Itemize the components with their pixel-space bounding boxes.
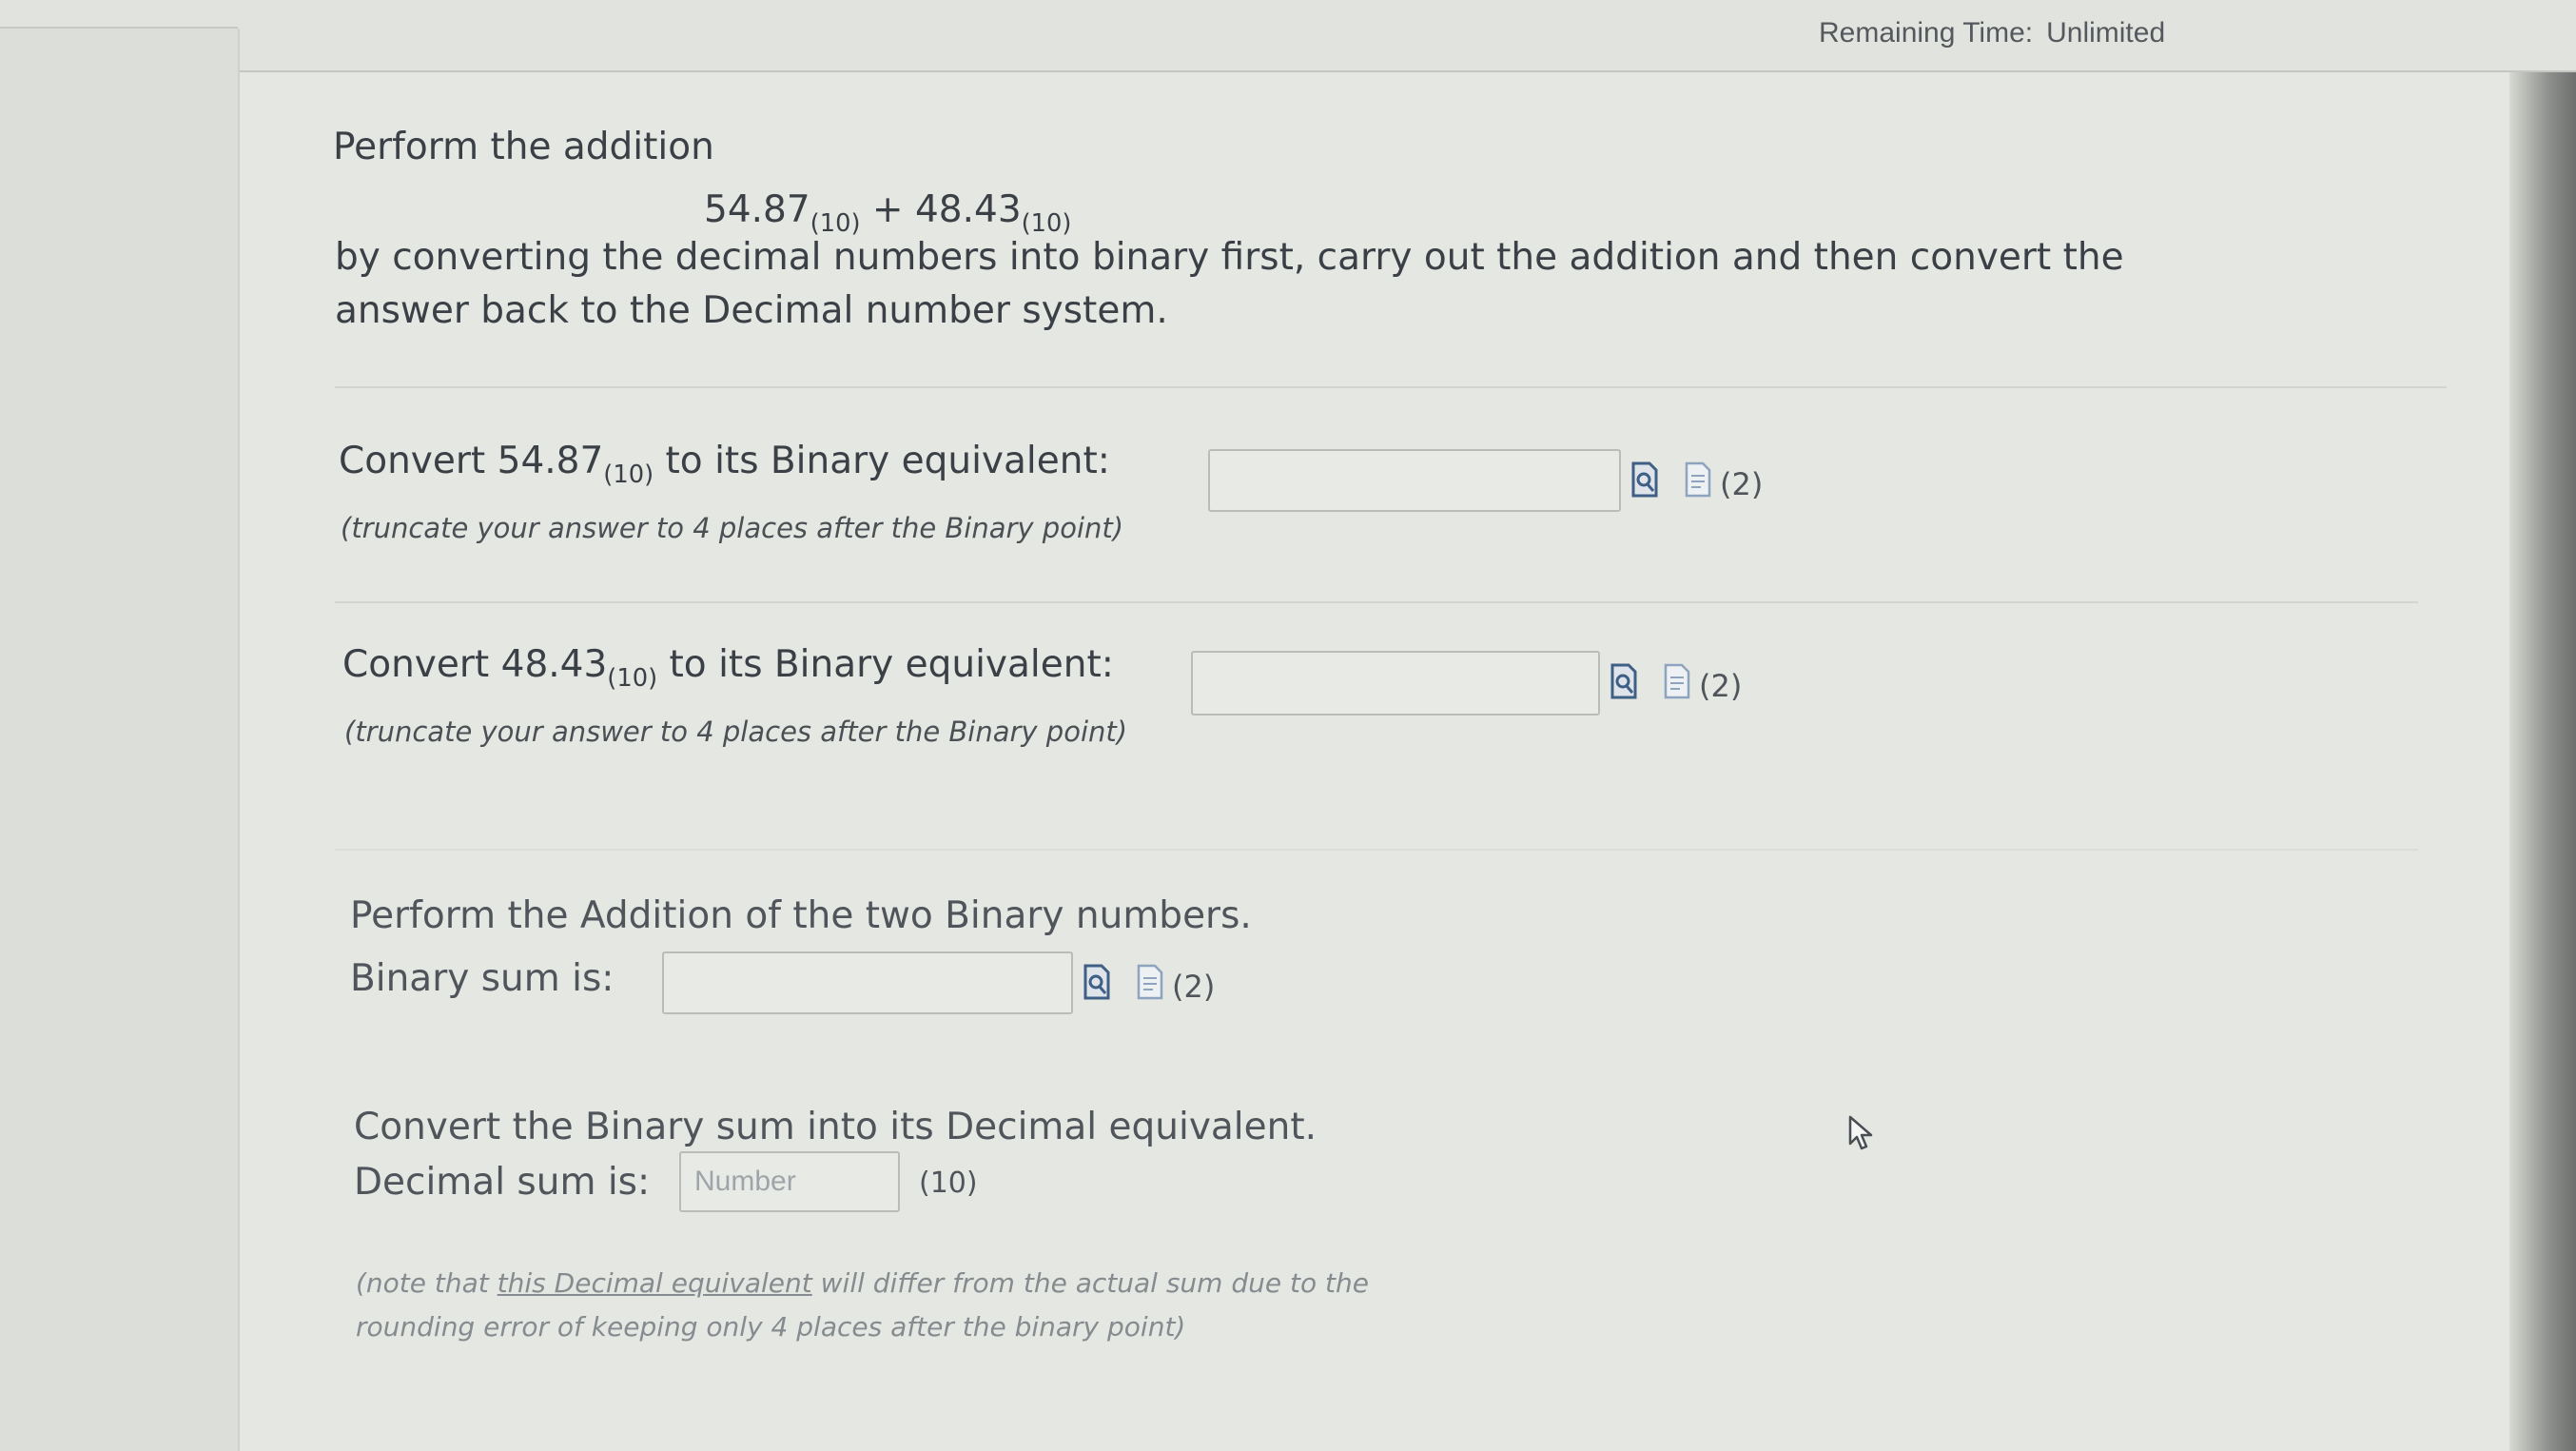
part1-prefix: Convert (339, 440, 486, 482)
preview-document-icon[interactable] (1630, 461, 1659, 499)
remaining-time-label: Remaining Time: (1819, 17, 2034, 49)
mouse-pointer-icon (1848, 1115, 1873, 1150)
preview-document-icon[interactable] (1610, 662, 1638, 700)
remaining-time: Remaining Time: Unlimited (1819, 17, 2165, 49)
part3-heading: Perform the Addition of the two Binary n… (350, 894, 1252, 937)
part4-note-line1: (note that this Decimal equivalent will … (356, 1267, 1369, 1299)
expression-a: 54.87 (704, 188, 810, 231)
decimal-sum-input[interactable] (679, 1151, 900, 1212)
top-bar: Remaining Time: Unlimited (0, 0, 2576, 72)
part2-binary-answer-input[interactable] (1191, 651, 1600, 716)
note-prefix: (note that (356, 1267, 498, 1299)
part4-marks: (10) (919, 1167, 978, 1200)
preview-document-icon[interactable] (1083, 963, 1111, 1001)
part3-label: Binary sum is: (350, 957, 615, 1000)
expression-b-base: (10) (1021, 208, 1072, 238)
part2-suffix: to its Binary equivalent: (669, 643, 1114, 686)
part1-suffix: to its Binary equivalent: (665, 440, 1110, 482)
decimal-equivalent-link[interactable]: this Decimal equivalent (498, 1267, 812, 1299)
expression-a-base: (10) (810, 208, 861, 238)
remaining-time-value: Unlimited (2046, 17, 2166, 49)
blank-document-icon[interactable] (1136, 963, 1164, 1001)
left-gutter (0, 29, 240, 1451)
binary-sum-input[interactable] (662, 951, 1073, 1014)
expression-operator: + (871, 188, 904, 231)
part1-marks: (2) (1720, 466, 1764, 502)
question-instruction-line2: answer back to the Decimal number system… (335, 289, 1168, 332)
part1-number: 54.87 (497, 440, 604, 482)
question-expression: 54.87(10) + 48.43(10) (704, 188, 1071, 238)
blank-document-icon[interactable] (1684, 461, 1712, 499)
part2-hint: (truncate your answer to 4 places after … (344, 716, 1128, 748)
question-instruction-line1: by converting the decimal numbers into b… (335, 236, 2124, 279)
part4-heading: Convert the Binary sum into its Decimal … (354, 1106, 1317, 1148)
part1-question: Convert 54.87(10) to its Binary equivale… (339, 440, 1110, 489)
question-intro: Perform the addition (333, 126, 714, 168)
section-divider (335, 386, 2447, 388)
part4-label: Decimal sum is: (354, 1161, 651, 1204)
part2-question: Convert 48.43(10) to its Binary equivale… (342, 643, 1114, 693)
part2-number: 48.43 (500, 643, 608, 686)
part1-base: (10) (603, 460, 654, 489)
screen-edge (2509, 72, 2576, 1451)
expression-b: 48.43 (914, 188, 1022, 231)
part2-base: (10) (607, 663, 658, 693)
part1-hint: (truncate your answer to 4 places after … (341, 512, 1124, 544)
part3-marks: (2) (1172, 969, 1216, 1005)
part1-binary-answer-input[interactable] (1208, 449, 1621, 512)
part2-prefix: Convert (342, 643, 490, 686)
section-divider (335, 601, 2418, 603)
blank-document-icon[interactable] (1663, 662, 1691, 700)
part2-marks: (2) (1699, 668, 1743, 704)
question-panel: Perform the addition 54.87(10) + 48.43(1… (240, 72, 2523, 1451)
section-divider (335, 849, 2418, 851)
note-rest: will differ from the actual sum due to t… (811, 1267, 1369, 1299)
part4-note-line2: rounding error of keeping only 4 places … (356, 1311, 1186, 1343)
